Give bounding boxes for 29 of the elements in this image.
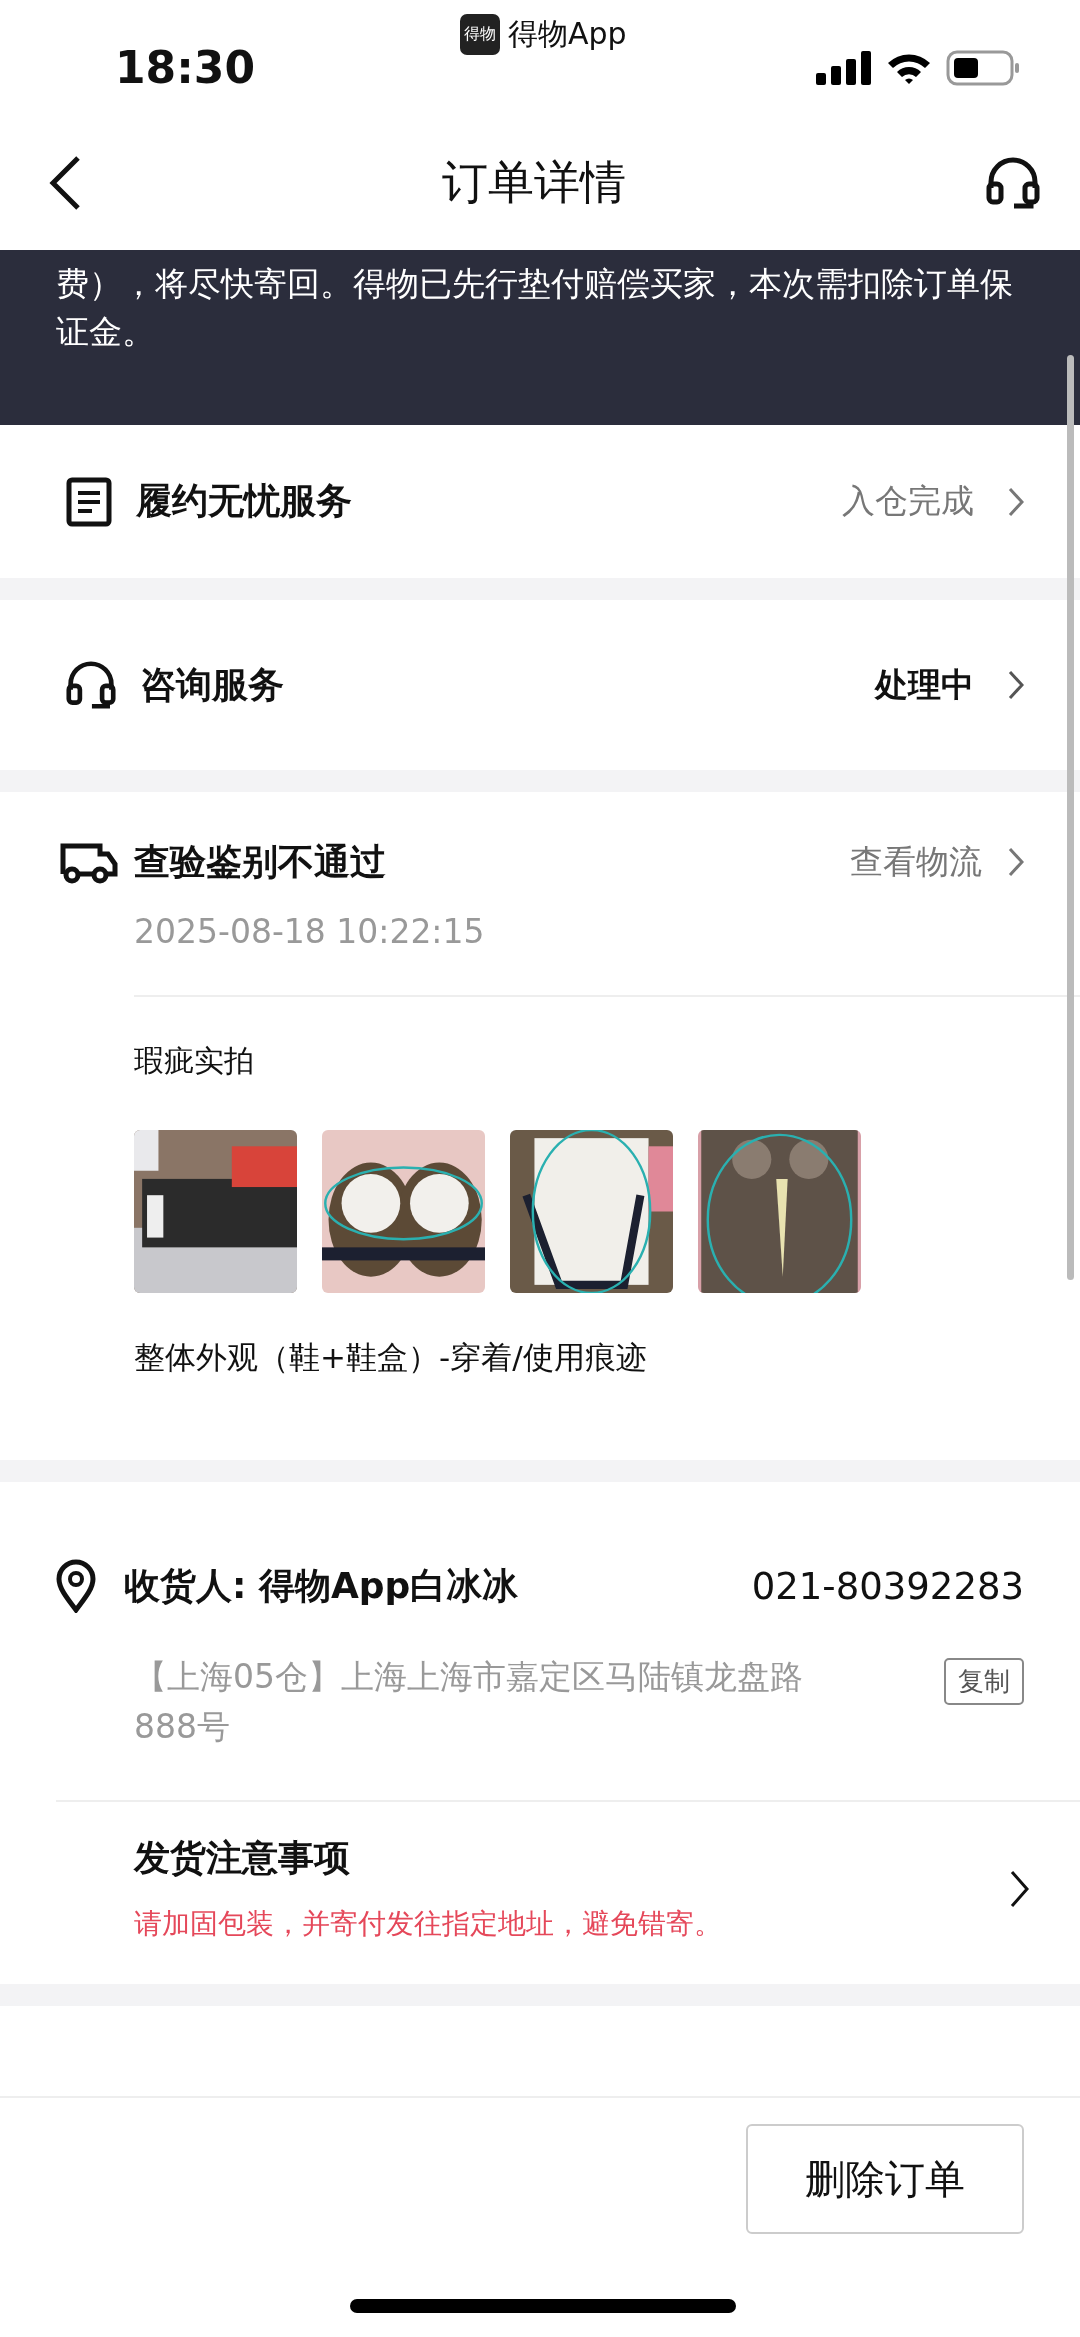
banner-text: 费），将尽快寄回。得物已先行垫付赔偿买家，本次需扣除订单保证金。 [56, 263, 1014, 353]
location-pin-icon [56, 1559, 96, 1613]
inspection-title: 查验鉴别不通过 [134, 839, 387, 884]
chevron-icon[interactable] [1008, 670, 1024, 700]
app-badge: 得物 [460, 14, 500, 55]
copy-button[interactable]: 复制 [944, 1658, 1024, 1705]
notice-title: 发货注意事项 [134, 1836, 351, 1880]
page-title: 订单详情 [441, 153, 627, 211]
defect-label: 瑕疵实拍 [134, 1042, 255, 1080]
logistics-link[interactable]: 查看物流 [850, 839, 982, 885]
document-icon [66, 476, 112, 527]
phone-number: 021-80392283 [751, 1564, 1024, 1608]
notice-text: 请加固包装，并寄付发往指定地址，避免错寄。 [134, 1906, 723, 1942]
app-label: 得物App [508, 15, 627, 53]
delete-order-button[interactable]: 删除订单 [746, 2124, 1024, 2234]
consignee-name: 收货人: 得物App白冰冰 [124, 1563, 520, 1608]
service-status[interactable]: 处理中 [875, 662, 974, 708]
chevron-icon[interactable] [1010, 1869, 1030, 1908]
service-title: 咨询服务 [140, 662, 285, 707]
defect-caption: 整体外观（鞋+鞋盒）-穿着/使用痕迹 [134, 1338, 648, 1377]
service-status[interactable]: 入仓完成 [842, 479, 974, 524]
signal-icon [816, 50, 872, 85]
headset-icon [66, 658, 116, 712]
back-icon[interactable] [48, 154, 82, 211]
inspection-time: 2025-08-18 10:22:15 [134, 912, 486, 951]
battery-icon [946, 49, 1020, 86]
address-text: 【上海05仓】上海上海市嘉定区马陆镇龙盘路888号 [134, 1656, 804, 1748]
status-time: 18:30 [115, 41, 256, 93]
service-title: 履约无忧服务 [136, 479, 353, 523]
